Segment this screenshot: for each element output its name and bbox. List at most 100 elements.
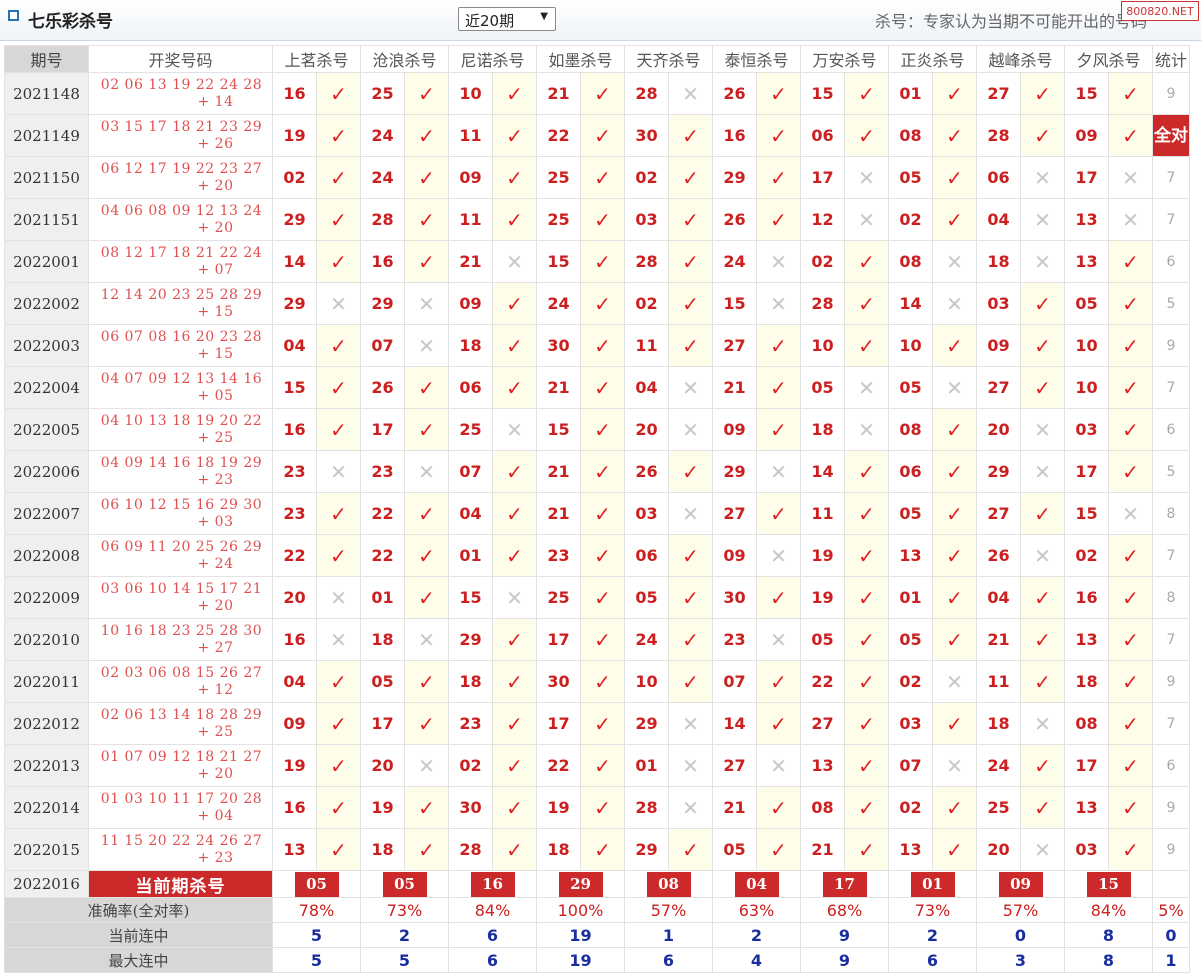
check-icon: ✓	[668, 282, 713, 325]
max-streak-row: 最大连中 5 5 6 19 6 4 9 6 3 8 1	[4, 947, 1190, 973]
check-icon: ✓	[756, 702, 801, 745]
check-icon: ✓	[844, 576, 889, 619]
kill-number: 04	[976, 576, 1021, 619]
kill-number: 04	[976, 198, 1021, 241]
kill-number: 25	[536, 198, 581, 241]
kill-number: 20	[272, 576, 317, 619]
current-kill-cell: 04	[712, 870, 801, 898]
check-icon: ✓	[1108, 282, 1153, 325]
draw-numbers: 03 06 10 14 15 17 21	[100, 580, 263, 597]
kill-number: 29	[272, 282, 317, 325]
cross-icon: ✕	[756, 618, 801, 661]
kill-number: 21	[536, 492, 581, 535]
kill-number: 28	[360, 198, 405, 241]
period-select[interactable]: 近20期 ▼	[458, 7, 556, 31]
accuracy-row-value: 73%	[360, 897, 449, 923]
draw-numbers-cell: 10 16 18 23 25 28 30 + 27	[88, 618, 273, 661]
cross-icon: ✕	[404, 450, 449, 493]
max-streak-row-value: 6	[448, 947, 537, 973]
kill-number: 07	[448, 450, 493, 493]
draw-numbers-cell: 04 06 08 09 12 13 24 + 20	[88, 198, 273, 241]
kill-number: 11	[800, 492, 845, 535]
current-kill-cell: 01	[888, 870, 977, 898]
stat-cell: 7	[1152, 702, 1190, 745]
stat-cell: 5	[1152, 282, 1190, 325]
kill-number: 10	[1064, 324, 1109, 367]
check-icon: ✓	[580, 744, 625, 787]
check-icon: ✓	[1020, 366, 1065, 409]
kill-number: 27	[976, 72, 1021, 115]
checkbox-icon[interactable]	[8, 10, 19, 21]
kill-number: 22	[536, 744, 581, 787]
kill-number: 14	[888, 282, 933, 325]
cross-icon: ✕	[1020, 450, 1065, 493]
draw-numbers-cell: 04 09 14 16 18 19 29 + 23	[88, 450, 273, 493]
check-icon: ✓	[932, 576, 977, 619]
stat-cell: 6	[1152, 744, 1190, 787]
current-kill-number: 05	[294, 871, 339, 897]
kill-number: 11	[448, 114, 493, 157]
kill-number: 16	[272, 408, 317, 451]
period-cell: 2022010	[4, 618, 89, 661]
check-icon: ✓	[1020, 576, 1065, 619]
check-icon: ✓	[932, 786, 977, 829]
check-icon: ✓	[580, 72, 625, 115]
check-icon: ✓	[492, 156, 537, 199]
cross-icon: ✕	[316, 576, 361, 619]
kill-number: 29	[448, 618, 493, 661]
check-icon: ✓	[580, 660, 625, 703]
check-icon: ✓	[404, 534, 449, 577]
cross-icon: ✕	[404, 744, 449, 787]
cross-icon: ✕	[668, 72, 713, 115]
kill-number: 25	[360, 72, 405, 115]
kill-number: 01	[360, 576, 405, 619]
kill-number: 05	[360, 660, 405, 703]
kill-number: 25	[976, 786, 1021, 829]
draw-numbers-cell: 06 09 11 20 25 26 29 + 24	[88, 534, 273, 577]
kill-number: 30	[536, 660, 581, 703]
check-icon: ✓	[1020, 114, 1065, 157]
brand-logo[interactable]: 800820.NET	[1121, 1, 1199, 21]
kill-number: 07	[888, 744, 933, 787]
max-streak-row-total: 1	[1152, 947, 1190, 973]
current-streak-row-value: 2	[712, 922, 801, 948]
kill-number: 17	[1064, 744, 1109, 787]
kill-number: 19	[800, 534, 845, 577]
check-icon: ✓	[580, 408, 625, 451]
period-cell: 2022015	[4, 828, 89, 871]
max-streak-row-value: 19	[536, 947, 625, 973]
kill-number: 09	[448, 282, 493, 325]
check-icon: ✓	[756, 324, 801, 367]
check-icon: ✓	[1108, 408, 1153, 451]
kill-number: 19	[536, 786, 581, 829]
period-cell: 2022001	[4, 240, 89, 283]
check-icon: ✓	[316, 702, 361, 745]
check-icon: ✓	[668, 114, 713, 157]
kill-number: 30	[712, 576, 757, 619]
check-icon: ✓	[844, 492, 889, 535]
check-icon: ✓	[492, 492, 537, 535]
period-cell: 2021150	[4, 156, 89, 199]
check-icon: ✓	[492, 744, 537, 787]
check-icon: ✓	[932, 702, 977, 745]
kill-number: 10	[1064, 366, 1109, 409]
check-icon: ✓	[316, 72, 361, 115]
kill-number: 08	[888, 408, 933, 451]
check-icon: ✓	[1020, 744, 1065, 787]
check-icon: ✓	[1108, 114, 1153, 157]
check-icon: ✓	[756, 156, 801, 199]
current-streak-row-total: 0	[1152, 922, 1190, 948]
kill-number: 05	[800, 366, 845, 409]
table-row: 2022008 06 09 11 20 25 26 29 + 24 22 ✓ 22 ✓ 01 ✓…	[4, 534, 1190, 577]
period-cell: 2021151	[4, 198, 89, 241]
col-header-expert: 正炎杀号	[888, 45, 977, 73]
current-kill-number: 17	[822, 871, 867, 897]
cross-icon: ✕	[492, 408, 537, 451]
cross-icon: ✕	[756, 534, 801, 577]
stat-cell: 9	[1152, 324, 1190, 367]
kill-number: 05	[888, 492, 933, 535]
kill-number: 19	[272, 744, 317, 787]
check-icon: ✓	[668, 534, 713, 577]
draw-special-number: + 27	[197, 639, 234, 656]
check-icon: ✓	[492, 534, 537, 577]
